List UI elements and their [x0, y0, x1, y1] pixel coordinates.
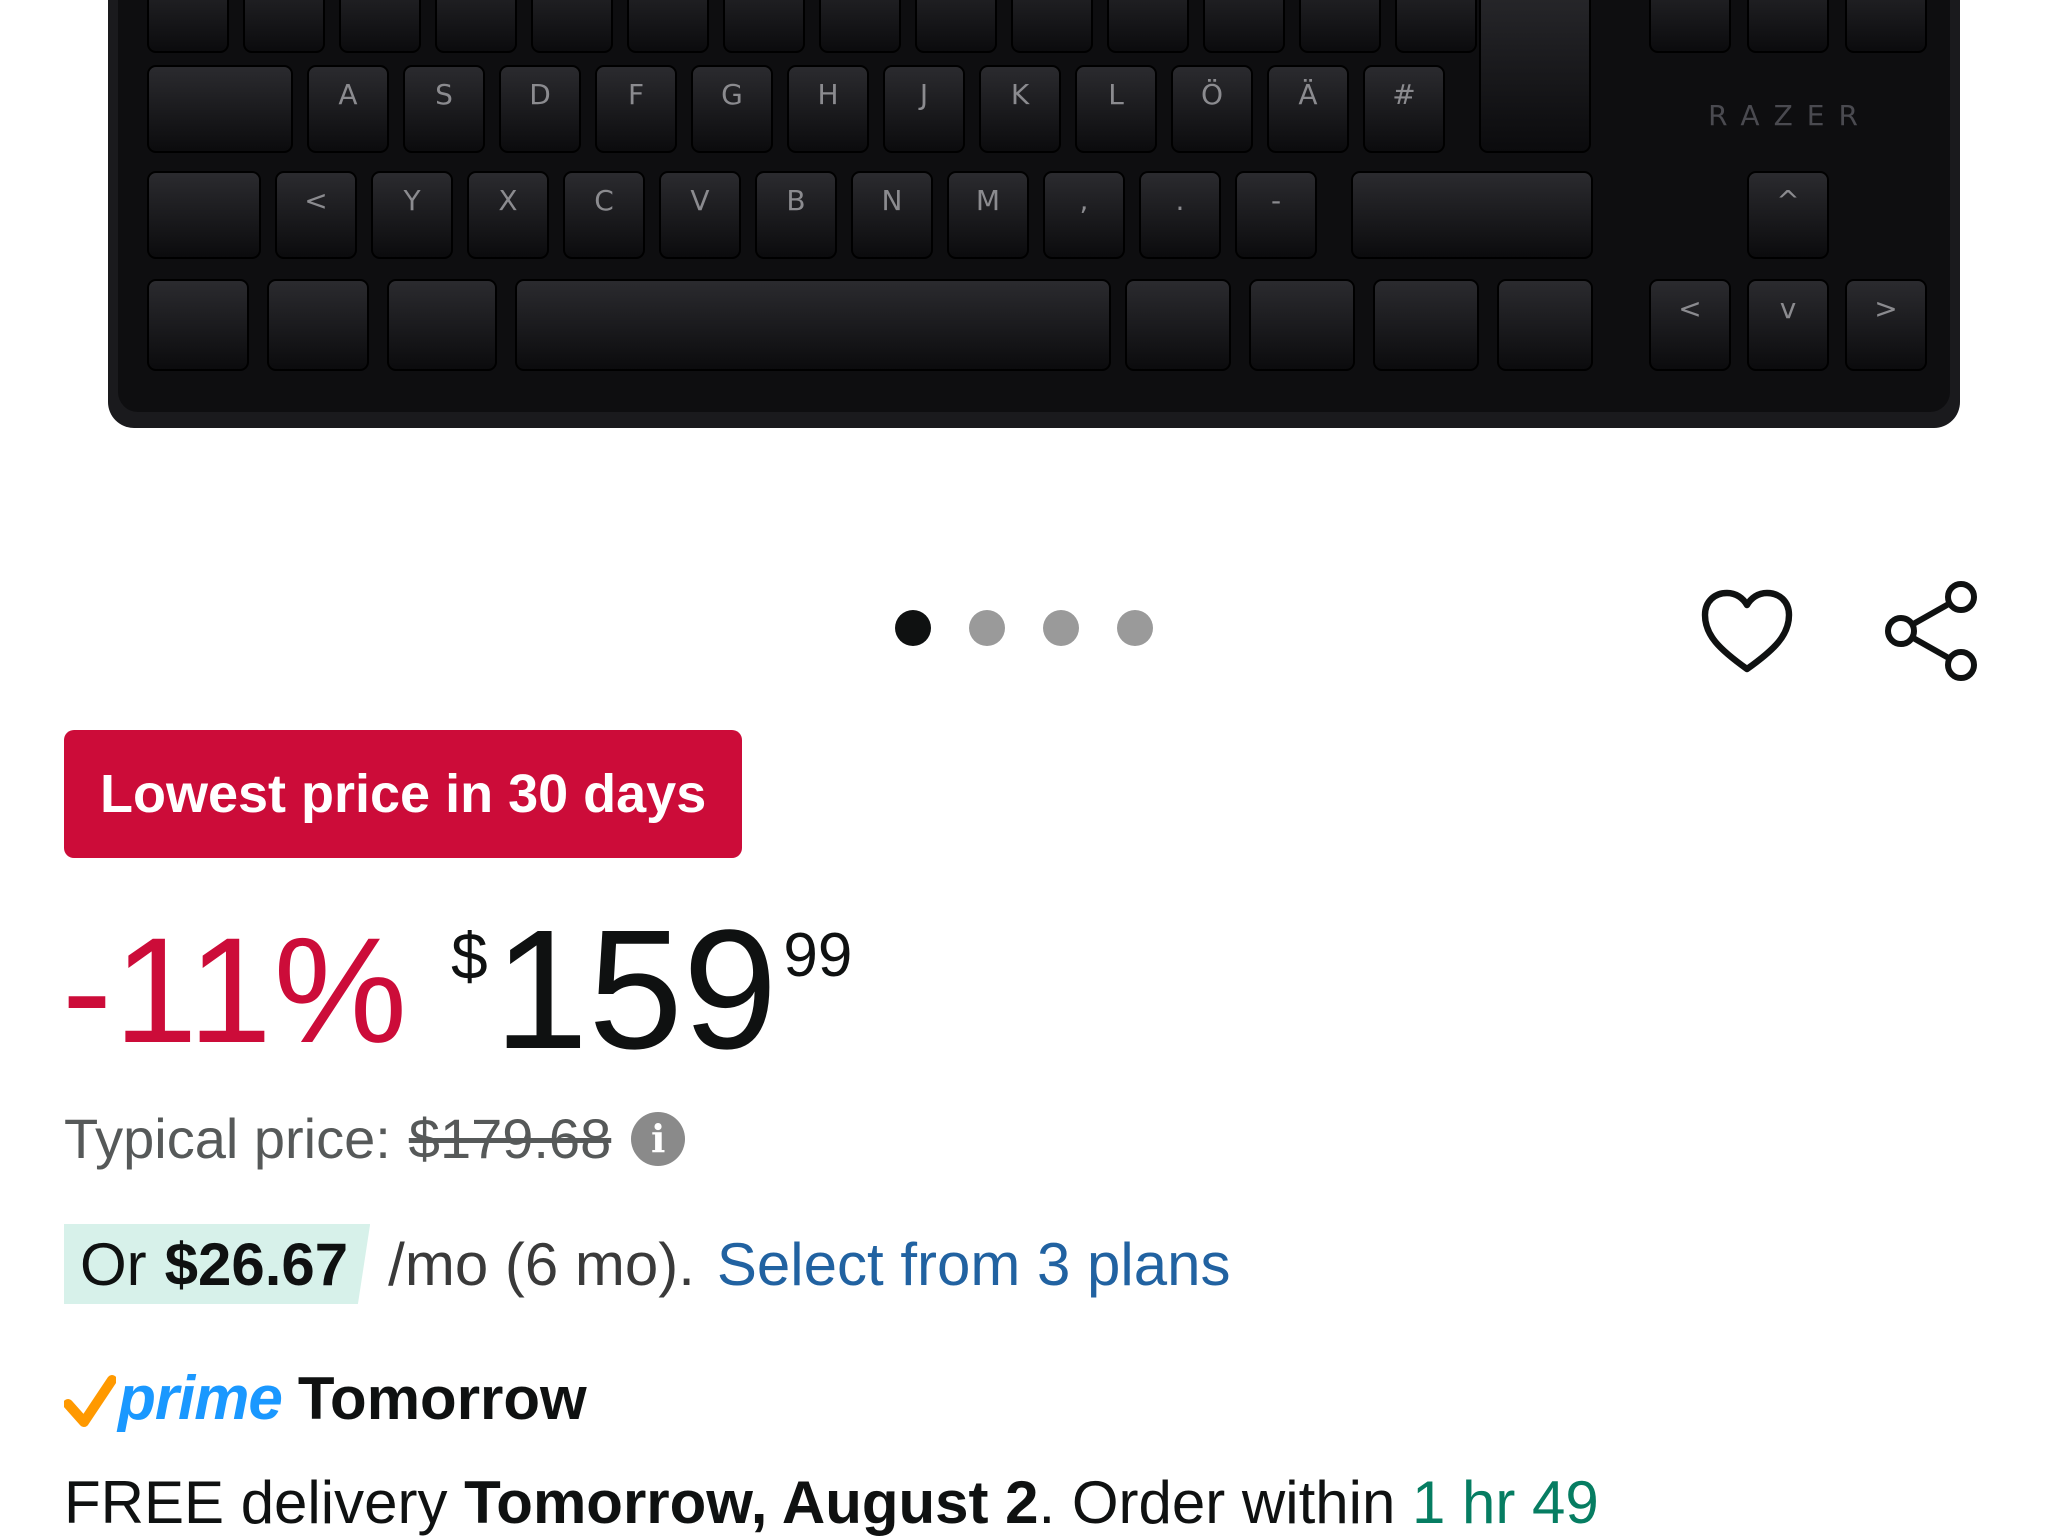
keyboard-key-label: -	[1271, 184, 1281, 217]
keyboard-key-label: .	[1176, 184, 1185, 217]
select-plans-link[interactable]: Select from 3 plans	[717, 1230, 1231, 1299]
share-icon	[1885, 581, 1977, 681]
prime-logo-text: prime	[118, 1363, 283, 1433]
installment-term: /mo (6 mo).	[388, 1230, 695, 1298]
keyboard-key-label: L	[1108, 78, 1124, 111]
keyboard-key	[147, 65, 293, 153]
price-whole: 159	[493, 895, 778, 1085]
keyboard-key-label: B	[786, 184, 805, 217]
keyboard-key-label: ,	[1080, 184, 1089, 217]
keyboard-key	[1125, 279, 1231, 371]
keyboard-key	[723, 0, 805, 53]
keyboard-key-label: V	[690, 184, 709, 217]
keyboard-key-label: M	[976, 184, 1000, 217]
typical-price: Typical price: $179.68 i	[64, 1106, 686, 1171]
delivery-message: FREE delivery Tomorrow, August 2. Order …	[64, 1468, 1599, 1536]
keyboard-key-label: K	[1011, 78, 1030, 111]
keyboard-key-label: Y	[402, 184, 421, 217]
spacebar-key	[515, 279, 1111, 371]
keyboard-key-label: <	[304, 184, 327, 217]
prime-delivery-badge: prime Tomorrow	[64, 1358, 587, 1438]
keyboard-key-label: Ö	[1201, 77, 1223, 111]
keyboard-key	[1373, 279, 1479, 371]
keyboard-key	[1497, 279, 1593, 371]
installment-amount: $26.67	[164, 1230, 349, 1298]
keyboard-key-label: Ä	[1298, 78, 1317, 111]
deal-badge-label: Lowest price in 30 days	[100, 764, 707, 824]
installment-highlight: Or $26.67	[64, 1224, 371, 1304]
keyboard-key	[1249, 279, 1355, 371]
keyboard-key	[1845, 0, 1927, 53]
keyboard-key	[147, 171, 261, 259]
brand-logo-text: RAZER	[1708, 99, 1872, 132]
keyboard-key-label: #	[1392, 78, 1415, 111]
keyboard-key	[147, 279, 249, 371]
keyboard-key	[435, 0, 517, 53]
installment-prefix: Or	[80, 1230, 147, 1298]
keyboard-key-label: v	[1780, 292, 1797, 325]
keyboard-key	[1299, 0, 1381, 53]
keyboard-key-label: >	[1874, 292, 1897, 325]
info-icon[interactable]: i	[631, 1111, 686, 1166]
keyboard-key	[267, 279, 369, 371]
keyboard-key-label: H	[817, 78, 838, 111]
keyboard-key	[915, 0, 997, 53]
typical-price-label: Typical price:	[64, 1107, 391, 1170]
prime-delivery-day: Tomorrow	[297, 1364, 587, 1432]
keyboard-key-label: G	[721, 78, 743, 111]
keyboard-image: A S D F G H J K L Ö Ä # < Y X C V B N M,. - ^ < v > RAZER	[108, 0, 1960, 428]
price-fraction: 99	[783, 921, 853, 990]
keyboard-key-label: D	[529, 78, 551, 111]
carousel-dot[interactable]	[895, 610, 931, 646]
heart-icon	[1701, 589, 1793, 673]
carousel-dot[interactable]	[1043, 610, 1079, 646]
keyboard-key	[1747, 0, 1829, 53]
keyboard-key-label: <	[1678, 292, 1701, 325]
price-currency: $	[451, 919, 488, 993]
keyboard-key-label: C	[594, 184, 614, 217]
keyboard-key	[627, 0, 709, 53]
enter-key	[1479, 0, 1591, 153]
keyboard-key	[1395, 0, 1477, 53]
keyboard-key	[1011, 0, 1093, 53]
keyboard-key	[339, 0, 421, 53]
keyboard-key-label: S	[435, 78, 453, 111]
keyboard-key	[531, 0, 613, 53]
delivery-countdown: 1 hr 49	[1412, 1469, 1599, 1536]
keyboard-key	[819, 0, 901, 53]
product-image[interactable]: A S D F G H J K L Ö Ä # < Y X C V B N M,. - ^ < v > RAZER	[0, 0, 2048, 520]
wishlist-button[interactable]	[1692, 576, 1802, 686]
keyboard-key-label: J	[918, 78, 928, 111]
keyboard-key	[1107, 0, 1189, 53]
keyboard-key	[243, 0, 325, 53]
keyboard-key-label: N	[882, 184, 903, 217]
carousel-dot[interactable]	[969, 610, 1005, 646]
delivery-date: Tomorrow, August 2	[464, 1469, 1039, 1536]
price-block: -11% $ 159 99	[62, 905, 852, 1075]
keyboard-key	[387, 279, 497, 371]
prime-check-icon	[64, 1375, 116, 1427]
keyboard-key	[1203, 0, 1285, 53]
keyboard-key-label: ^	[1776, 184, 1799, 217]
installment-offer: Or $26.67 /mo (6 mo). Select from 3 plan…	[64, 1224, 1230, 1304]
carousel-dot[interactable]	[1117, 610, 1153, 646]
share-button[interactable]	[1876, 576, 1986, 686]
image-carousel-indicator[interactable]	[895, 610, 1153, 646]
delivery-prefix: FREE delivery	[64, 1469, 448, 1536]
discount-percent: -11%	[62, 906, 410, 1074]
keyboard-key-label: X	[498, 184, 517, 217]
keyboard-key-label: A	[338, 78, 357, 111]
delivery-order-within: . Order within	[1038, 1469, 1396, 1536]
keyboard-key-label: F	[628, 78, 644, 111]
shift-key	[1351, 171, 1593, 259]
keyboard-key	[147, 0, 229, 53]
typical-price-value: $179.68	[408, 1107, 612, 1170]
keyboard-key	[1649, 0, 1731, 53]
deal-badge: Lowest price in 30 days	[64, 730, 743, 858]
